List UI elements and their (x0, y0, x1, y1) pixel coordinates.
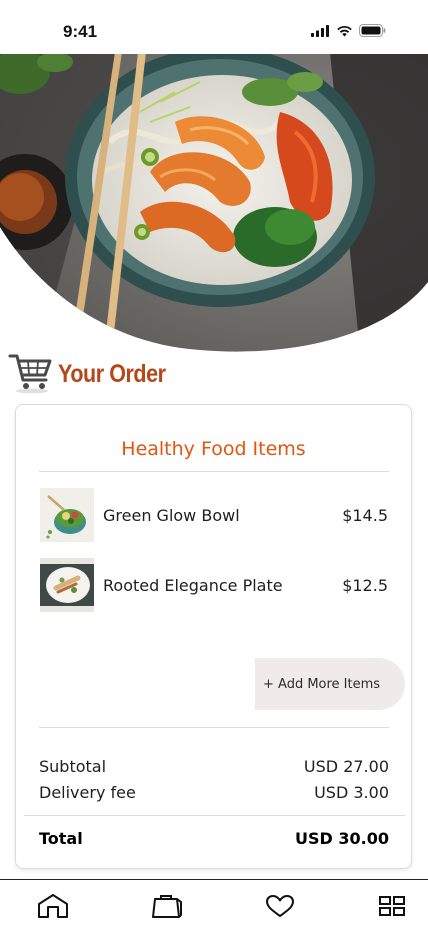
total-label: Total (39, 829, 83, 848)
item-price: $14.5 (342, 505, 388, 525)
order-header: Your Order (8, 350, 183, 399)
add-more-items-button[interactable]: + Add More Items (255, 658, 405, 710)
heart-icon[interactable] (263, 892, 297, 920)
delivery-fee-value: USD 3.00 (314, 783, 389, 802)
order-title: Your Order (58, 360, 166, 388)
home-icon[interactable] (36, 892, 70, 920)
divider (39, 471, 389, 472)
shopping-cart-icon (8, 350, 54, 399)
total-value: USD 30.00 (295, 829, 389, 848)
divider (24, 815, 405, 816)
grid-icon[interactable] (375, 892, 409, 920)
item-name: Green Glow Bowl (103, 505, 240, 525)
delivery-fee-label: Delivery fee (39, 783, 136, 802)
divider (39, 727, 389, 728)
hero-food-image (0, 52, 428, 352)
subtotal-value: USD 27.00 (303, 757, 389, 776)
order-item[interactable]: Green Glow Bowl $14.5 (40, 487, 390, 543)
shopping-bag-icon[interactable] (150, 892, 184, 920)
item-name: Rooted Elegance Plate (103, 575, 283, 595)
order-card: Healthy Food Items Green Glow Bowl $14.5 (15, 404, 412, 869)
delivery-fee-row: Delivery fee USD 3.00 (39, 783, 389, 802)
tab-bar (0, 879, 428, 926)
item-price: $12.5 (342, 575, 388, 595)
status-bar: 9:41 (0, 0, 428, 54)
battery-icon (359, 24, 386, 42)
subtotal-row: Subtotal USD 27.00 (39, 757, 389, 776)
subtotal-label: Subtotal (39, 757, 107, 776)
shrimp-bowl-photo (0, 52, 428, 352)
card-title: Healthy Food Items (121, 438, 306, 460)
rooted-elegance-plate-photo (40, 558, 94, 612)
order-item[interactable]: Rooted Elegance Plate $12.5 (40, 557, 390, 613)
green-glow-bowl-photo (40, 488, 94, 542)
total-row: Total USD 30.00 (39, 829, 389, 848)
status-icons (311, 24, 386, 42)
wifi-icon (336, 24, 353, 42)
signal-icon (311, 24, 330, 42)
status-time: 9:41 (63, 22, 98, 41)
